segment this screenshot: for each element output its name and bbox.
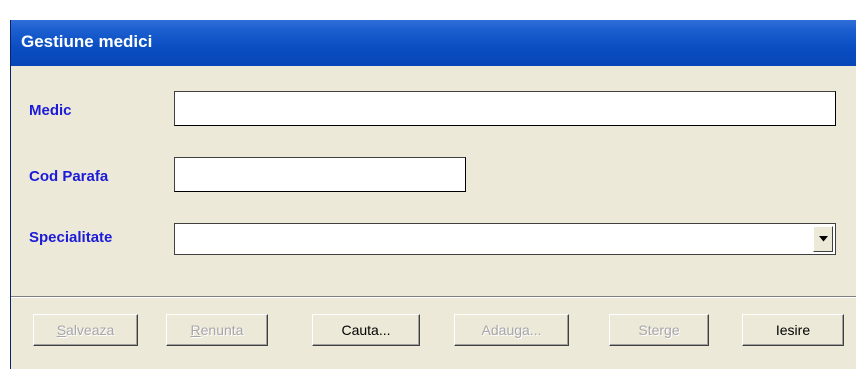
specialitate-label: Specialitate [29,229,113,246]
iesire-button[interactable]: Iesire [742,314,844,346]
cauta-label: Cauta... [341,322,391,338]
adauga-button[interactable]: Adauga... [454,314,569,346]
renunta-accel: R [190,322,201,338]
renunta-label: enunta [200,322,244,338]
gestiune-medici-window: Gestiune medici Medic Cod Parafa Special… [10,20,856,369]
cod-parafa-input[interactable] [174,157,466,192]
sterge-label: Sterge [638,322,680,338]
cauta-button[interactable]: Cauta... [312,314,420,346]
adauga-label: Adauga... [481,322,542,338]
cod-parafa-label: Cod Parafa [29,168,109,185]
salveaza-button[interactable]: Salveaza [33,314,138,346]
salveaza-accel: S [56,322,67,338]
medic-input[interactable] [174,91,836,126]
chevron-down-icon[interactable] [813,226,833,252]
window-title: Gestiune medici [21,32,153,51]
sterge-button[interactable]: Sterge [609,314,709,346]
title-bar[interactable]: Gestiune medici [11,20,856,66]
iesire-label: Iesire [775,322,811,338]
salveaza-label: alveaza [66,322,115,338]
specialitate-dropdown[interactable] [174,223,836,255]
medic-label: Medic [29,102,72,119]
renunta-button[interactable]: Renunta [166,314,268,346]
separator [11,296,856,298]
